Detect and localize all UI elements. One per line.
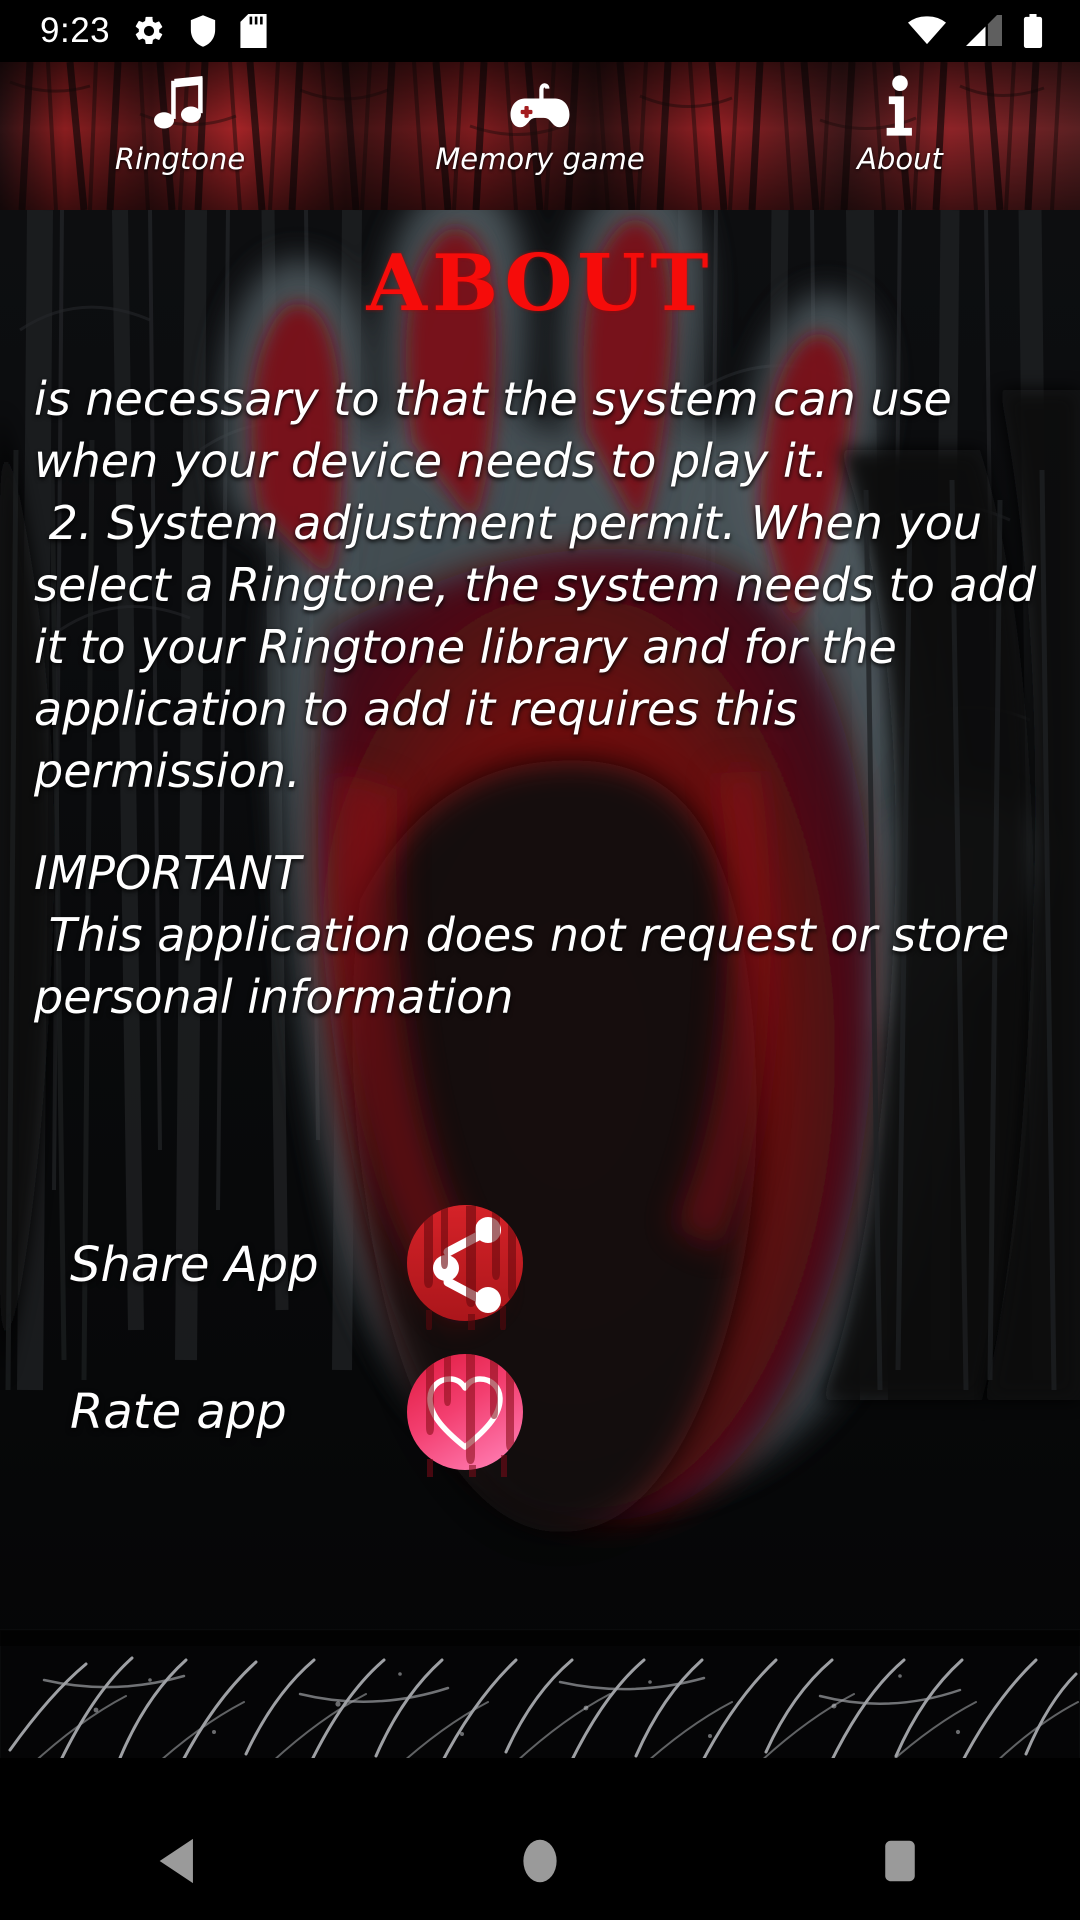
page-title: ABOUT [0, 238, 1080, 329]
status-bar: 9:23 [0, 0, 1080, 62]
cellular-signal-icon [966, 15, 1002, 46]
page-title-text: ABOUT [366, 238, 714, 329]
rate-app-label: Rate app [70, 1384, 287, 1440]
music-note-icon [151, 74, 209, 140]
about-content: ABOUT is necessary to that the system ca… [0, 210, 1080, 1802]
tab-ringtone[interactable]: Ringtone [0, 62, 360, 210]
tab-ringtone-label: Ringtone [114, 142, 246, 176]
info-icon [883, 74, 917, 140]
status-bar-left: 9:23 [0, 11, 267, 51]
tab-about[interactable]: About [720, 62, 1080, 210]
tab-bar: Ringtone Memory game About [0, 62, 1080, 210]
status-bar-right [908, 14, 1080, 48]
shield-icon [190, 15, 216, 47]
tab-about-label: About [857, 142, 943, 176]
sd-card-icon [240, 14, 267, 48]
heart-icon[interactable] [400, 1347, 530, 1477]
text-gap [34, 802, 1044, 842]
rate-app-button[interactable]: Rate app [70, 1347, 570, 1477]
recents-square-icon[interactable] [825, 1802, 975, 1920]
important-heading: IMPORTANT [34, 846, 302, 900]
about-body: is necessary to that the system can use … [34, 368, 1044, 1028]
phone-screen: 9:23 Ringtone Memory game About ABOUT is… [0, 0, 1080, 1920]
share-app-button[interactable]: Share App [70, 1200, 570, 1330]
tab-memory-game-label: Memory game [435, 142, 645, 176]
important-body: This application does not request or sto… [34, 908, 1024, 1024]
gear-icon [135, 16, 163, 45]
wifi-icon [908, 16, 946, 45]
share-app-label: Share App [70, 1237, 319, 1293]
android-nav-bar [0, 1802, 1080, 1920]
back-triangle-icon[interactable] [105, 1802, 255, 1920]
about-paragraph-1: is necessary to that the system can use … [34, 372, 967, 488]
about-paragraph-2: 2. System adjustment permit. When you se… [34, 496, 1051, 798]
battery-icon [1023, 14, 1043, 48]
tab-memory-game[interactable]: Memory game [360, 62, 720, 210]
home-circle-icon[interactable] [465, 1802, 615, 1920]
share-nodes-icon[interactable] [400, 1200, 530, 1330]
gamepad-icon [507, 74, 573, 140]
status-bar-clock: 9:23 [40, 11, 111, 50]
